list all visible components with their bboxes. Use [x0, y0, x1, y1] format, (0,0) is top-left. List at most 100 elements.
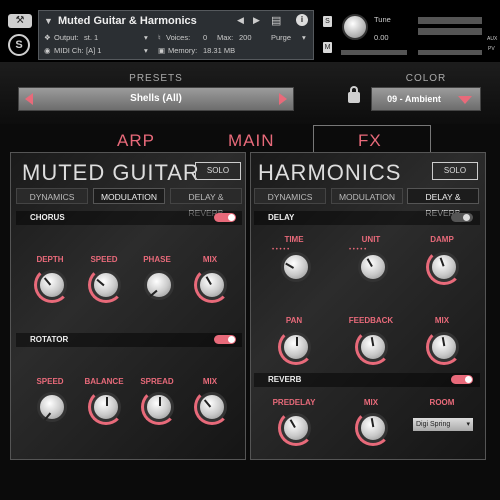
- rotator-spread-knob[interactable]: [141, 389, 177, 425]
- rotator-balance-knob[interactable]: [88, 389, 124, 425]
- right-subtab-dynamics[interactable]: DYNAMICS: [254, 188, 326, 204]
- reverb-toggle[interactable]: [451, 375, 473, 384]
- delay-time-label: TIME: [284, 235, 304, 244]
- midi-dropdown-icon[interactable]: ▾: [144, 46, 148, 55]
- reverb-mix-knob[interactable]: [355, 410, 391, 446]
- purge-button[interactable]: Purge: [271, 33, 291, 42]
- color-value: 09 - Ambient: [387, 94, 441, 104]
- delay-pan-label: PAN: [285, 316, 303, 325]
- wrench-icon[interactable]: ⚒: [8, 14, 32, 28]
- left-subtab-dynamics[interactable]: DYNAMICS: [16, 188, 88, 204]
- room-dropdown-icon: ▾: [466, 421, 470, 428]
- max-voices-label: Max:: [217, 33, 234, 42]
- camera-icon[interactable]: ▤: [271, 14, 281, 27]
- delay-header: DELAY: [254, 211, 480, 225]
- purge-dropdown-icon[interactable]: ▾: [302, 33, 306, 42]
- reverb-predelay-knob[interactable]: [278, 410, 314, 446]
- lock-shackle-icon: [350, 86, 358, 94]
- instrument-title: Muted Guitar & Harmonics: [58, 15, 197, 27]
- tune-knob[interactable]: [342, 14, 368, 40]
- left-subtab-modulation[interactable]: MODULATION: [93, 188, 165, 204]
- delay-unit-knob[interactable]: [358, 252, 388, 282]
- midi-channel-value[interactable]: [A] 1: [86, 46, 101, 55]
- left-subtab-delay-reverb[interactable]: DELAY & REVERB: [170, 188, 242, 218]
- rotator-speed-label: SPEED: [36, 377, 64, 386]
- voices-label: Voices:: [166, 33, 191, 42]
- delay-time-step-dots: • • • • •: [272, 247, 290, 253]
- rotator-header: ROTATOR: [16, 333, 242, 347]
- tune-value: 0.00: [374, 33, 389, 42]
- presets-label: PRESETS: [129, 73, 183, 84]
- pan-slider[interactable]: [341, 50, 407, 55]
- aux-label: AUX: [487, 36, 498, 42]
- prev-instrument-icon[interactable]: ◀: [237, 15, 244, 26]
- right-solo-button[interactable]: SOLO: [432, 162, 478, 180]
- rotator-toggle[interactable]: [214, 335, 236, 344]
- right-subtab-delay-reverb[interactable]: DELAY & REVERB: [407, 188, 479, 218]
- solo-instrument-button[interactable]: S: [323, 16, 332, 27]
- max-voices-value[interactable]: 200: [239, 33, 252, 42]
- pv-label: PV: [488, 46, 495, 52]
- info-icon[interactable]: i: [296, 14, 308, 26]
- midi-channel-label: MIDI Ch:: [54, 46, 84, 55]
- rotator-mix-knob[interactable]: [194, 389, 230, 425]
- delay-pan-knob[interactable]: [278, 329, 314, 365]
- right-subtab-modulation[interactable]: MODULATION: [331, 188, 403, 204]
- chorus-speed-knob[interactable]: [88, 267, 124, 303]
- next-preset-icon[interactable]: [279, 93, 287, 105]
- voices-value: 0: [203, 33, 208, 42]
- rotator-balance-label: BALANCE: [84, 377, 124, 386]
- left-solo-button[interactable]: SOLO: [195, 162, 241, 180]
- delay-damp-label: DAMP: [430, 235, 454, 244]
- reverb-header: REVERB: [254, 373, 480, 387]
- chorus-depth-knob[interactable]: [34, 267, 70, 303]
- delay-toggle[interactable]: [451, 213, 473, 222]
- reverb-predelay-label: PREDELAY: [272, 398, 316, 407]
- delay-mix-knob[interactable]: [426, 329, 462, 365]
- output-label: Output:: [54, 33, 79, 42]
- dropdown-triangle-icon[interactable]: ▼: [44, 16, 53, 26]
- reverb-mix-label: MIX: [363, 398, 379, 407]
- tune-label: Tune: [374, 15, 391, 24]
- chorus-header: CHORUS: [16, 211, 242, 225]
- output-icon: ❖: [44, 33, 51, 42]
- delay-feedback-knob[interactable]: [355, 329, 391, 365]
- reverb-room-label: ROOM: [429, 398, 455, 407]
- delay-time-knob[interactable]: [281, 252, 311, 282]
- spitfire-logo-icon: S: [8, 34, 30, 56]
- mute-instrument-button[interactable]: M: [323, 42, 332, 53]
- tab-arp[interactable]: ARP: [117, 131, 155, 151]
- chorus-speed-label: SPEED: [90, 255, 118, 264]
- volume-slider[interactable]: [418, 50, 482, 55]
- chorus-mix-label: MIX: [202, 255, 218, 264]
- chorus-phase-knob[interactable]: [144, 270, 174, 300]
- level-meter-left: [418, 17, 482, 24]
- next-instrument-icon[interactable]: ▶: [253, 15, 260, 26]
- memory-icon: ▣: [158, 46, 166, 55]
- chorus-toggle[interactable]: [214, 213, 236, 222]
- output-value[interactable]: st. 1: [84, 33, 98, 42]
- delay-unit-label: UNIT: [361, 235, 381, 244]
- bottom-bar: [0, 460, 500, 500]
- memory-label: Memory:: [168, 46, 198, 55]
- rotator-mix-label: MIX: [202, 377, 218, 386]
- tab-fx[interactable]: FX: [358, 131, 382, 151]
- chorus-phase-label: PHASE: [143, 255, 171, 264]
- delay-feedback-label: FEEDBACK: [348, 316, 394, 325]
- chorus-depth-label: DEPTH: [36, 255, 64, 264]
- color-dropdown-icon[interactable]: [458, 96, 472, 104]
- tab-main[interactable]: MAIN: [228, 131, 275, 151]
- delay-damp-knob[interactable]: [426, 249, 462, 285]
- left-panel-title: MUTED GUITAR: [22, 160, 200, 185]
- color-selector[interactable]: 09 - Ambient: [371, 87, 481, 111]
- output-dropdown-icon[interactable]: ▾: [144, 33, 148, 42]
- reverb-room-select[interactable]: Digi Spring ▾: [413, 418, 473, 431]
- preset-name: Shells (All): [130, 93, 182, 104]
- chorus-mix-knob[interactable]: [194, 267, 230, 303]
- level-meter-right: [418, 28, 482, 35]
- memory-value: 18.31 MB: [203, 46, 236, 55]
- rotator-spread-label: SPREAD: [140, 377, 174, 386]
- delay-unit-step-dots: • • • • •: [349, 247, 367, 253]
- rotator-speed-knob[interactable]: [37, 392, 67, 422]
- preset-selector[interactable]: Shells (All): [18, 87, 294, 111]
